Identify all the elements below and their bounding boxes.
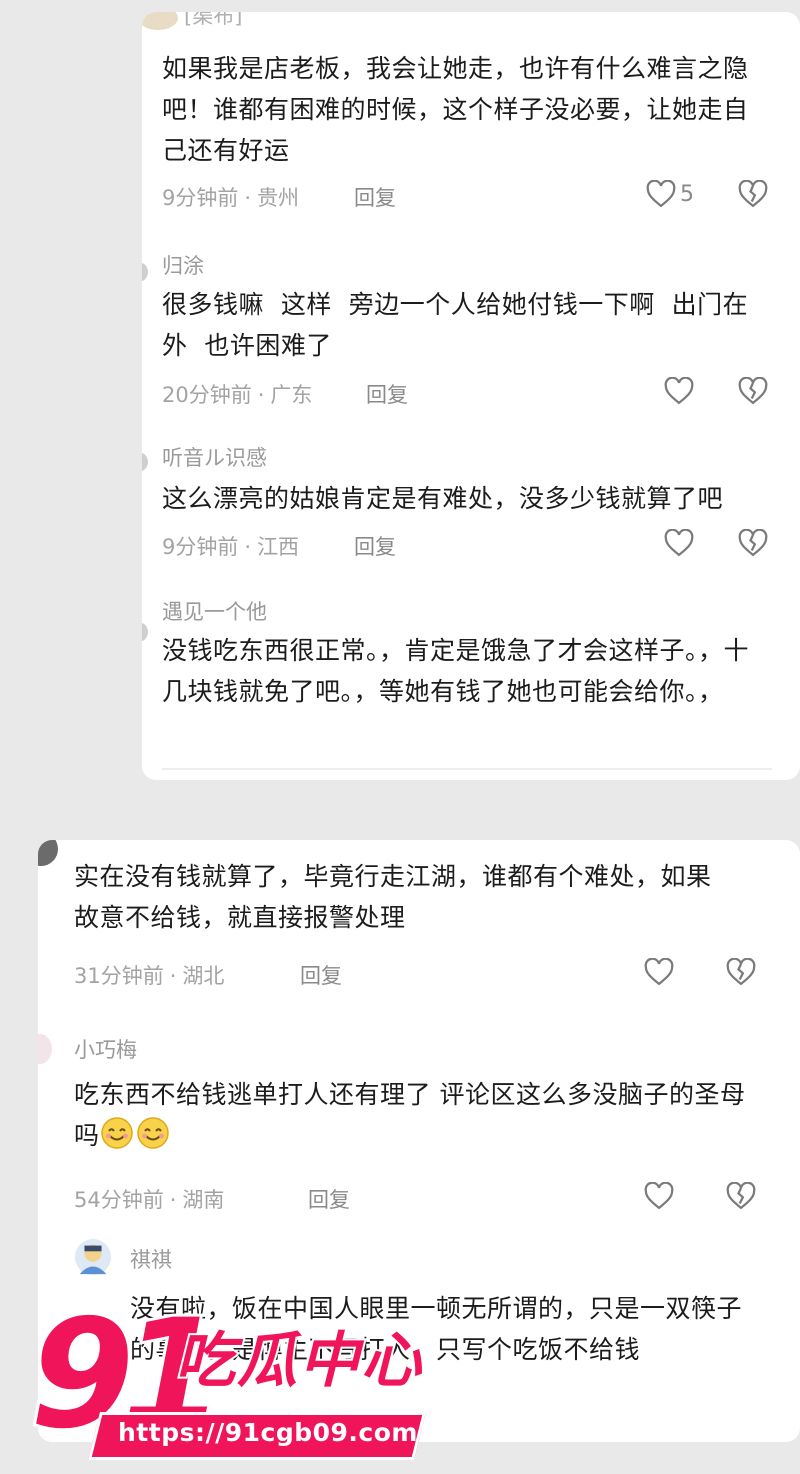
broken-heart-icon[interactable] <box>726 1182 756 1210</box>
broken-heart-icon[interactable] <box>738 529 768 557</box>
comment-text: 很多钱嘛 这样 旁边一个人给她付钱一下啊 出门在外 也许困难了 <box>162 290 749 360</box>
heart-outline-icon[interactable] <box>664 529 694 557</box>
comment-time: 20分钟前 <box>162 383 252 407</box>
heart-outline-icon[interactable] <box>644 958 674 986</box>
comment-time: 9分钟前 <box>162 186 239 210</box>
comment-username[interactable]: 归涂 <box>162 250 204 280</box>
comment-text: 吃东西不给钱逃单打人还有理了 评论区这么多没脑子的圣母吗 <box>74 1074 754 1156</box>
avatar[interactable] <box>142 452 148 472</box>
broken-heart-icon[interactable] <box>726 958 756 986</box>
comment-meta: 54分钟前 · 湖南 <box>74 1188 225 1212</box>
reply-button[interactable]: 回复 <box>300 960 342 990</box>
comment-meta: 9分钟前 · 贵州 <box>162 186 300 210</box>
comment-meta: 9分钟前 · 江西 <box>162 535 300 559</box>
reply-button[interactable]: 回复 <box>366 379 408 409</box>
comment-username[interactable]: [渠布] <box>184 12 242 30</box>
cut-off-meta-row <box>162 768 772 780</box>
smiley-emoji-icon <box>100 1117 133 1149</box>
heart-outline-icon[interactable] <box>664 377 694 405</box>
comment-time: 31分钟前 <box>74 964 164 988</box>
comment-location: 江西 <box>257 535 300 559</box>
comment-time: 54分钟前 <box>74 1188 164 1212</box>
comment-meta: 20分钟前 · 广东 <box>162 383 313 407</box>
comment-username[interactable]: 小巧梅 <box>74 1034 137 1064</box>
avatar[interactable] <box>142 622 148 642</box>
heart-outline-icon[interactable] <box>644 1182 674 1210</box>
comment-username[interactable]: 遇见一个他 <box>162 596 267 626</box>
broken-heart-icon[interactable] <box>738 377 768 405</box>
watermark-url: https://91cgb09.com <box>118 1418 418 1447</box>
comment-text: 没钱吃东西很正常。，肯定是饿急了才会这样子。，十几块钱就免了吧。，等她有钱了她也… <box>162 636 750 706</box>
comment-text: 这么漂亮的姑娘肯定是有难处，没多少钱就算了吧 <box>162 484 724 513</box>
avatar[interactable] <box>142 262 148 282</box>
avatar[interactable] <box>142 12 178 30</box>
comment-location: 贵州 <box>257 186 300 210</box>
heart-outline-icon[interactable] <box>646 180 676 208</box>
watermark-brand: 吃瓜中心 <box>173 1324 423 1398</box>
comment-meta: 31分钟前 · 湖北 <box>74 964 225 988</box>
comment-text-content: 吃东西不给钱逃单打人还有理了 评论区这么多没脑子的圣母吗 <box>74 1080 746 1150</box>
smiley-emoji-icon <box>136 1117 169 1149</box>
watermark: 91 吃瓜中心 https://91cgb09.com <box>27 1297 450 1470</box>
avatar[interactable] <box>38 840 58 866</box>
comment-location: 湖南 <box>182 1188 225 1212</box>
reply-button[interactable]: 回复 <box>354 531 396 561</box>
avatar[interactable] <box>74 1238 112 1276</box>
reply-button[interactable]: 回复 <box>308 1184 350 1214</box>
comment-location: 湖北 <box>182 964 225 988</box>
comment-username[interactable]: 听音ル识感 <box>162 442 267 472</box>
comment-location: 广东 <box>270 383 313 407</box>
comment-username[interactable]: 祺祺 <box>130 1244 172 1274</box>
avatar[interactable] <box>38 1034 52 1064</box>
comment-time: 9分钟前 <box>162 535 239 559</box>
comment-text: 如果我是店老板，我会让她走，也许有什么难言之隐吧！谁都有困难的时候，这个样子没必… <box>162 54 749 165</box>
reply-button[interactable]: 回复 <box>354 182 396 212</box>
comment-text: 实在没有钱就算了，毕竟行走江湖，谁都有个难处，如果故意不给钱，就直接报警处理 <box>74 862 712 932</box>
like-count: 5 <box>680 182 694 207</box>
comment-panel-top: [渠布] 如果我是店老板，我会让她走，也许有什么难言之隐吧！谁都有困难的时候，这… <box>142 12 800 780</box>
broken-heart-icon[interactable] <box>738 180 768 208</box>
